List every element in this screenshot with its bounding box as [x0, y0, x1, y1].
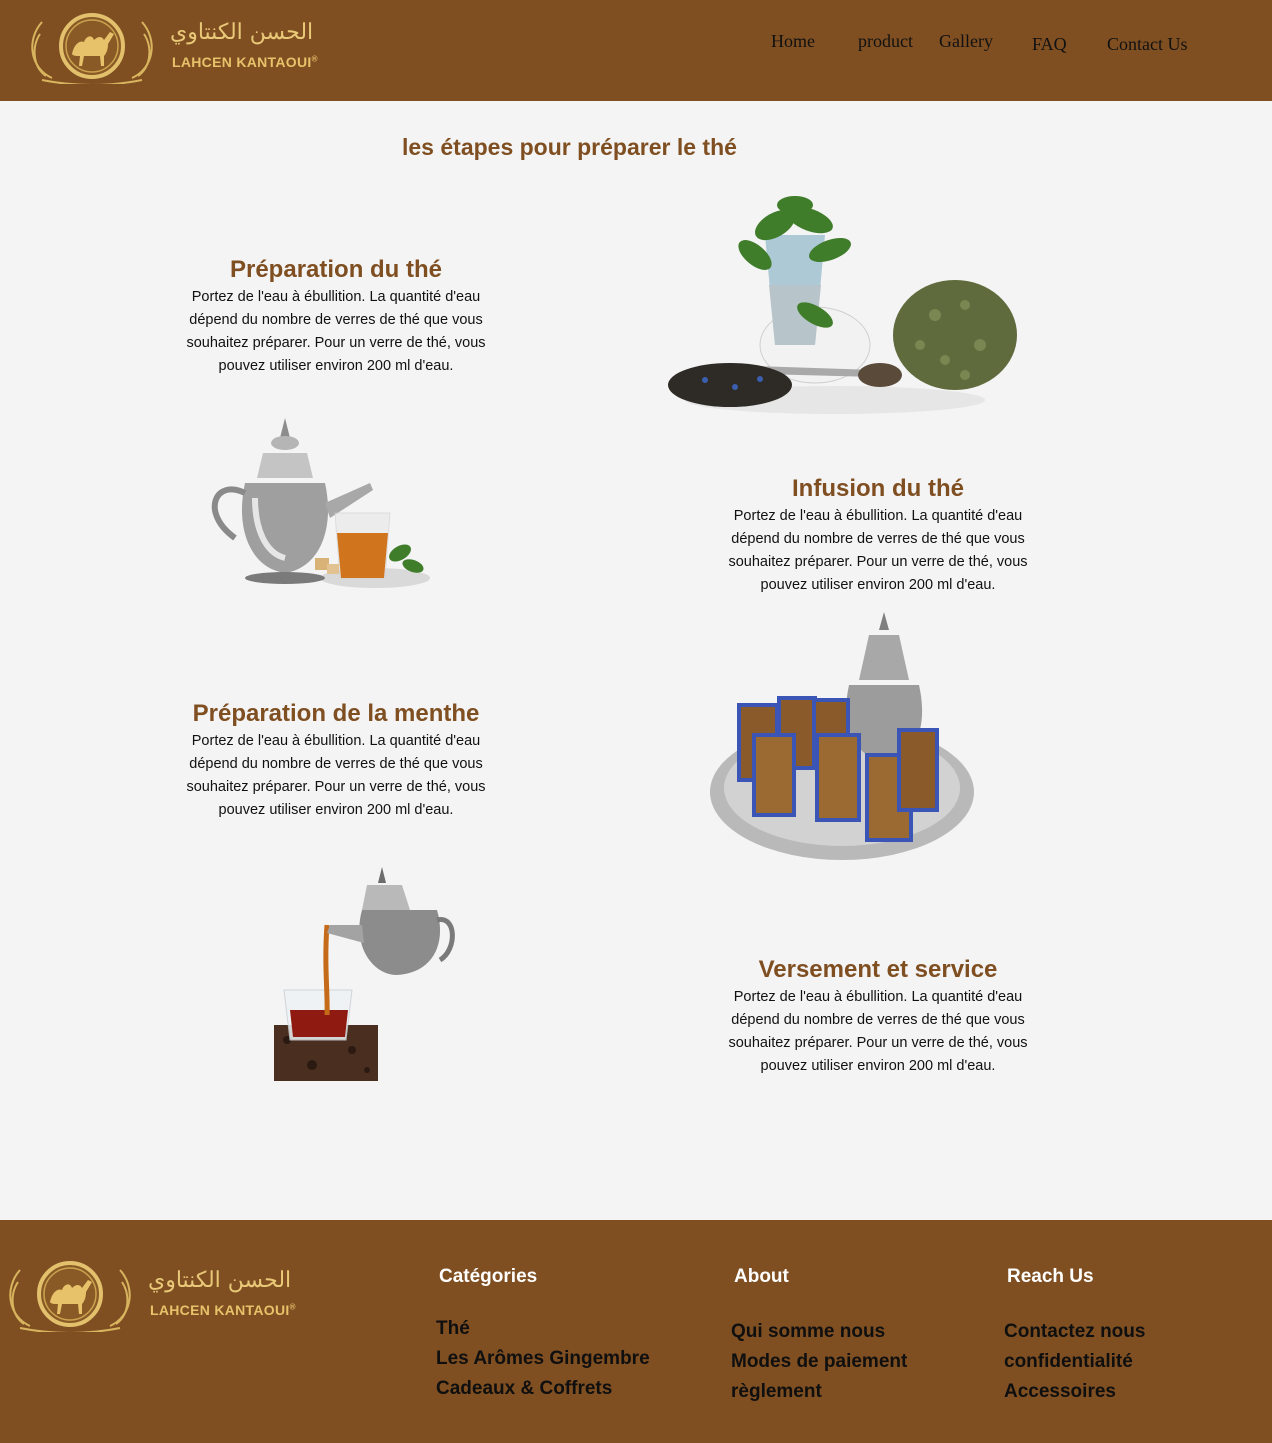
footer-heading-reach-us: Reach Us: [1007, 1266, 1094, 1287]
step-title-preparation-menthe: Préparation de la menthe: [192, 700, 480, 727]
step-title-infusion-the: Infusion du thé: [792, 475, 964, 502]
teapot-tea-glass-image: [211, 418, 430, 588]
tea-tray-glasses-image: [710, 612, 974, 860]
footer-list-about: Qui somme nous Modes de paiement règleme…: [731, 1317, 907, 1407]
footer-link-contactez-nous[interactable]: Contactez nous: [1004, 1317, 1145, 1347]
step-text-preparation-menthe: Portez de l'eau à ébullition. La quantit…: [186, 733, 486, 818]
footer-link-qui-somme-nous[interactable]: Qui somme nous: [731, 1317, 907, 1347]
footer-link-the[interactable]: Thé: [436, 1314, 650, 1344]
nav-contact-us[interactable]: Contact Us: [1107, 34, 1188, 55]
footer-list-categories: Thé Les Arômes Gingembre Cadeaux & Coffr…: [436, 1314, 650, 1404]
footer-link-accessoires[interactable]: Accessoires: [1004, 1377, 1145, 1407]
step-title-versement-service: Versement et service: [758, 956, 998, 983]
footer-link-confidentialite[interactable]: confidentialité: [1004, 1347, 1145, 1377]
footer-list-reach-us: Contactez nous confidentialité Accessoir…: [1004, 1317, 1145, 1407]
mint-tea-leaves-image: [668, 196, 1017, 414]
footer-link-cadeaux-coffrets[interactable]: Cadeaux & Coffrets: [436, 1374, 650, 1404]
logo-arabic-text: الحسن الكنتاوي: [170, 20, 314, 45]
camel-emblem-icon: [31, 13, 153, 84]
logo-arabic-text: الحسن الكنتاوي: [148, 1268, 292, 1293]
step-text-infusion-the: Portez de l'eau à ébullition. La quantit…: [728, 508, 1028, 593]
site-footer: الحسن الكنتاوي LAHCEN KANTAOUI® Catégori…: [0, 1220, 1272, 1443]
step-text-preparation-the: Portez de l'eau à ébullition. La quantit…: [186, 289, 486, 374]
camel-emblem-icon: [9, 1261, 131, 1332]
footer-link-reglement[interactable]: règlement: [731, 1377, 907, 1407]
footer-heading-about: About: [734, 1266, 789, 1287]
logo-latin-text: LAHCEN KANTAOUI®: [150, 1302, 296, 1318]
nav-faq[interactable]: FAQ: [1032, 34, 1067, 55]
step-text-versement-service: Portez de l'eau à ébullition. La quantit…: [728, 989, 1028, 1074]
footer-link-aromes-gingembre[interactable]: Les Arômes Gingembre: [436, 1344, 650, 1374]
footer-logo[interactable]: الحسن الكنتاوي LAHCEN KANTAOUI®: [0, 1258, 300, 1334]
site-header: الحسن الكنتاوي LAHCEN KANTAOUI® Home pro…: [0, 0, 1272, 101]
footer-heading-categories: Catégories: [439, 1266, 538, 1287]
page-title: les étapes pour préparer le thé: [402, 134, 737, 160]
logo-latin-text: LAHCEN KANTAOUI®: [172, 54, 318, 70]
step-title-preparation-the: Préparation du thé: [229, 256, 443, 283]
nav-product[interactable]: product: [858, 31, 913, 52]
pouring-teapot-image: [274, 867, 455, 1081]
footer-link-modes-paiement[interactable]: Modes de paiement: [731, 1347, 907, 1377]
brand-logo[interactable]: الحسن الكنتاوي LAHCEN KANTAOUI®: [22, 10, 322, 86]
nav-home[interactable]: Home: [771, 31, 815, 52]
nav-gallery[interactable]: Gallery: [939, 31, 993, 52]
